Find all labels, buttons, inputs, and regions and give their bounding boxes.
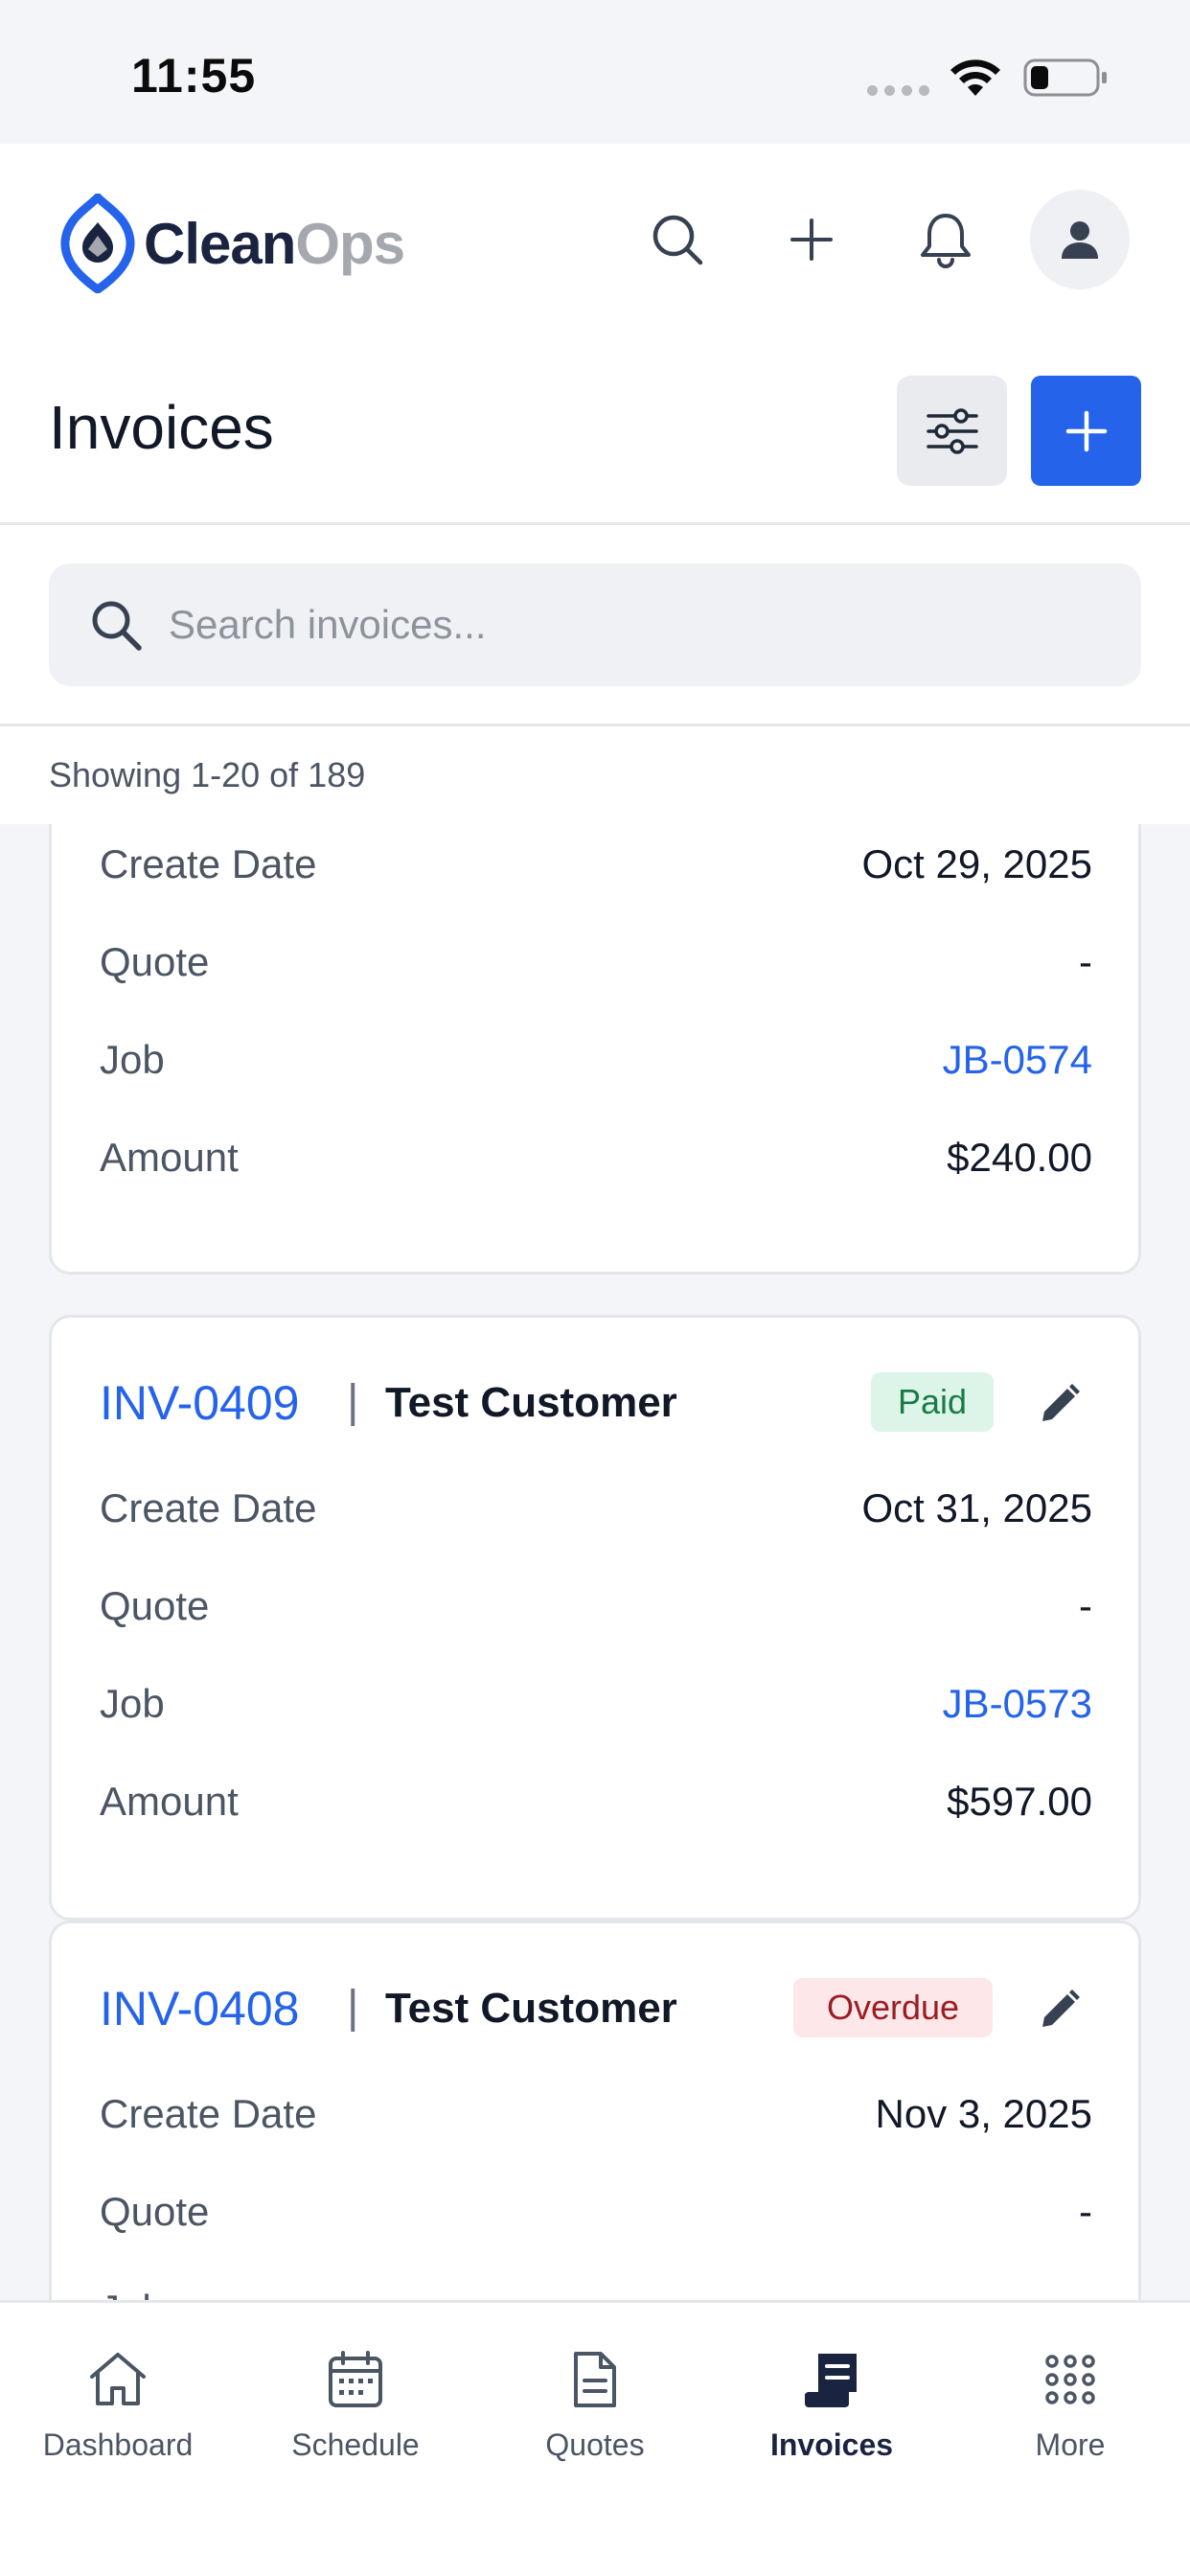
field-label: Amount (100, 1135, 239, 1180)
nav-item-dashboard[interactable]: Dashboard (12, 2341, 223, 2485)
separator: | (347, 1376, 359, 1427)
invoice-id-link[interactable]: INV-0408 (100, 1981, 299, 2036)
nav-label: Quotes (545, 2427, 645, 2462)
job-link[interactable]: JB-0573 (943, 1681, 1092, 1727)
home-icon (90, 2353, 146, 2405)
nav-item-invoices[interactable]: Invoices (726, 2341, 937, 2485)
create-date-value: Oct 29, 2025 (861, 841, 1093, 886)
field-label: Quote (100, 2189, 210, 2234)
bell-icon (921, 214, 971, 268)
search-icon (92, 601, 142, 651)
brand-name-part1: Clean (144, 211, 296, 276)
notifications-button[interactable] (896, 190, 995, 289)
invoice-row-create-date: Create Date Oct 31, 2025 (100, 1485, 1092, 1552)
receipt-icon (805, 2354, 857, 2407)
nav-item-quotes[interactable]: Quotes (490, 2341, 700, 2485)
wifi-icon (950, 59, 1000, 96)
search-box[interactable] (49, 564, 1141, 686)
grid-dots-icon (1045, 2355, 1095, 2404)
invoice-card-header: INV-0408 | Test Customer Overdue (52, 1923, 1138, 2067)
sliders-icon (926, 407, 978, 454)
pencil-icon (1042, 1990, 1080, 2027)
bottom-navigation: Dashboard Schedule Quotes Invoices More (0, 2300, 1190, 2576)
job-link[interactable]: JB-0574 (943, 1037, 1092, 1083)
user-avatar[interactable] (1030, 190, 1130, 289)
customer-name[interactable]: Test Customer (385, 1985, 677, 2033)
plus-icon (1065, 410, 1107, 451)
invoice-list[interactable]: Create Date Oct 29, 2025 Quote - Job JB-… (0, 824, 1190, 2300)
invoice-card[interactable]: INV-0409 | Test Customer Paid Create Dat… (49, 1315, 1141, 1920)
invoice-row-job: Job (100, 2287, 1092, 2300)
invoice-card[interactable]: INV-0408 | Test Customer Overdue Create … (49, 1920, 1141, 2300)
quote-value: - (1079, 939, 1092, 984)
cellular-signal-icon (867, 85, 934, 97)
battery-icon (1023, 58, 1107, 97)
user-icon (1062, 221, 1098, 259)
nav-label: Dashboard (42, 2427, 194, 2462)
header-add-button[interactable] (762, 190, 861, 289)
pencil-icon (1042, 1384, 1080, 1421)
page-title: Invoices (49, 393, 274, 462)
create-date-value: Oct 31, 2025 (861, 1485, 1093, 1530)
field-label: Create Date (100, 841, 317, 886)
field-label: Create Date (100, 2091, 317, 2136)
document-icon (574, 2352, 616, 2407)
amount-value: $240.00 (947, 1135, 1092, 1180)
filter-button[interactable] (897, 376, 1007, 486)
showing-count: Showing 1-20 of 189 (49, 755, 366, 794)
search-icon (652, 215, 703, 265)
quote-value: - (1079, 1583, 1092, 1628)
brand-name-part2: Ops (295, 211, 405, 276)
invoice-row-create-date: Create Date Nov 3, 2025 (100, 2091, 1092, 2158)
invoice-row-amount: Amount $240.00 (100, 1135, 1092, 1202)
status-time: 11:55 (131, 49, 257, 103)
edit-invoice-button[interactable] (1029, 1979, 1090, 2040)
status-bar: 11:55 (0, 0, 1190, 144)
invoice-row-quote: Quote - (100, 2189, 1092, 2256)
field-label: Job (100, 1037, 165, 1082)
search-input[interactable] (169, 564, 1108, 686)
logo-mark-icon (60, 194, 135, 293)
field-label: Job (100, 1681, 165, 1726)
header-search-button[interactable] (628, 190, 727, 289)
invoice-row-create-date: Create Date Oct 29, 2025 (100, 841, 1092, 908)
status-badge: Overdue (793, 1978, 993, 2037)
app-header: CleanOps (0, 144, 1190, 340)
customer-name[interactable]: Test Customer (385, 1379, 677, 1427)
invoice-card[interactable]: Create Date Oct 29, 2025 Quote - Job JB-… (49, 824, 1141, 1275)
brand-logo[interactable]: CleanOps (57, 194, 405, 293)
invoice-id-link[interactable]: INV-0409 (100, 1375, 299, 1431)
amount-value: $597.00 (947, 1779, 1092, 1824)
nav-label: Schedule (291, 2427, 420, 2462)
separator: | (347, 1982, 359, 2033)
nav-item-schedule[interactable]: Schedule (250, 2341, 461, 2485)
results-summary: Showing 1-20 of 189 (0, 726, 1190, 824)
edit-invoice-button[interactable] (1029, 1373, 1090, 1435)
invoice-row-job: Job JB-0573 (100, 1681, 1092, 1748)
invoice-card-header: INV-0409 | Test Customer Paid (52, 1318, 1138, 1461)
field-label: Amount (100, 1779, 239, 1824)
nav-label: More (1035, 2427, 1106, 2462)
nav-label: Invoices (769, 2427, 894, 2462)
invoice-row-quote: Quote - (100, 1583, 1092, 1650)
nav-item-more[interactable]: More (965, 2341, 1176, 2485)
quote-value: - (1079, 2189, 1092, 2234)
page-title-bar: Invoices (0, 340, 1190, 525)
new-invoice-button[interactable] (1031, 376, 1141, 486)
search-section (0, 525, 1190, 726)
plus-icon (790, 218, 833, 261)
calendar-icon (329, 2351, 382, 2407)
field-label: Job (100, 2287, 165, 2300)
brand-wordmark: CleanOps (144, 211, 405, 277)
field-label: Quote (100, 1583, 210, 1628)
invoice-row-quote: Quote - (100, 939, 1092, 1006)
invoice-row-job: Job JB-0574 (100, 1037, 1092, 1104)
status-badge: Paid (871, 1372, 994, 1432)
field-label: Quote (100, 939, 210, 984)
field-label: Create Date (100, 1485, 317, 1530)
create-date-value: Nov 3, 2025 (875, 2091, 1093, 2136)
invoice-row-amount: Amount $597.00 (100, 1779, 1092, 1846)
